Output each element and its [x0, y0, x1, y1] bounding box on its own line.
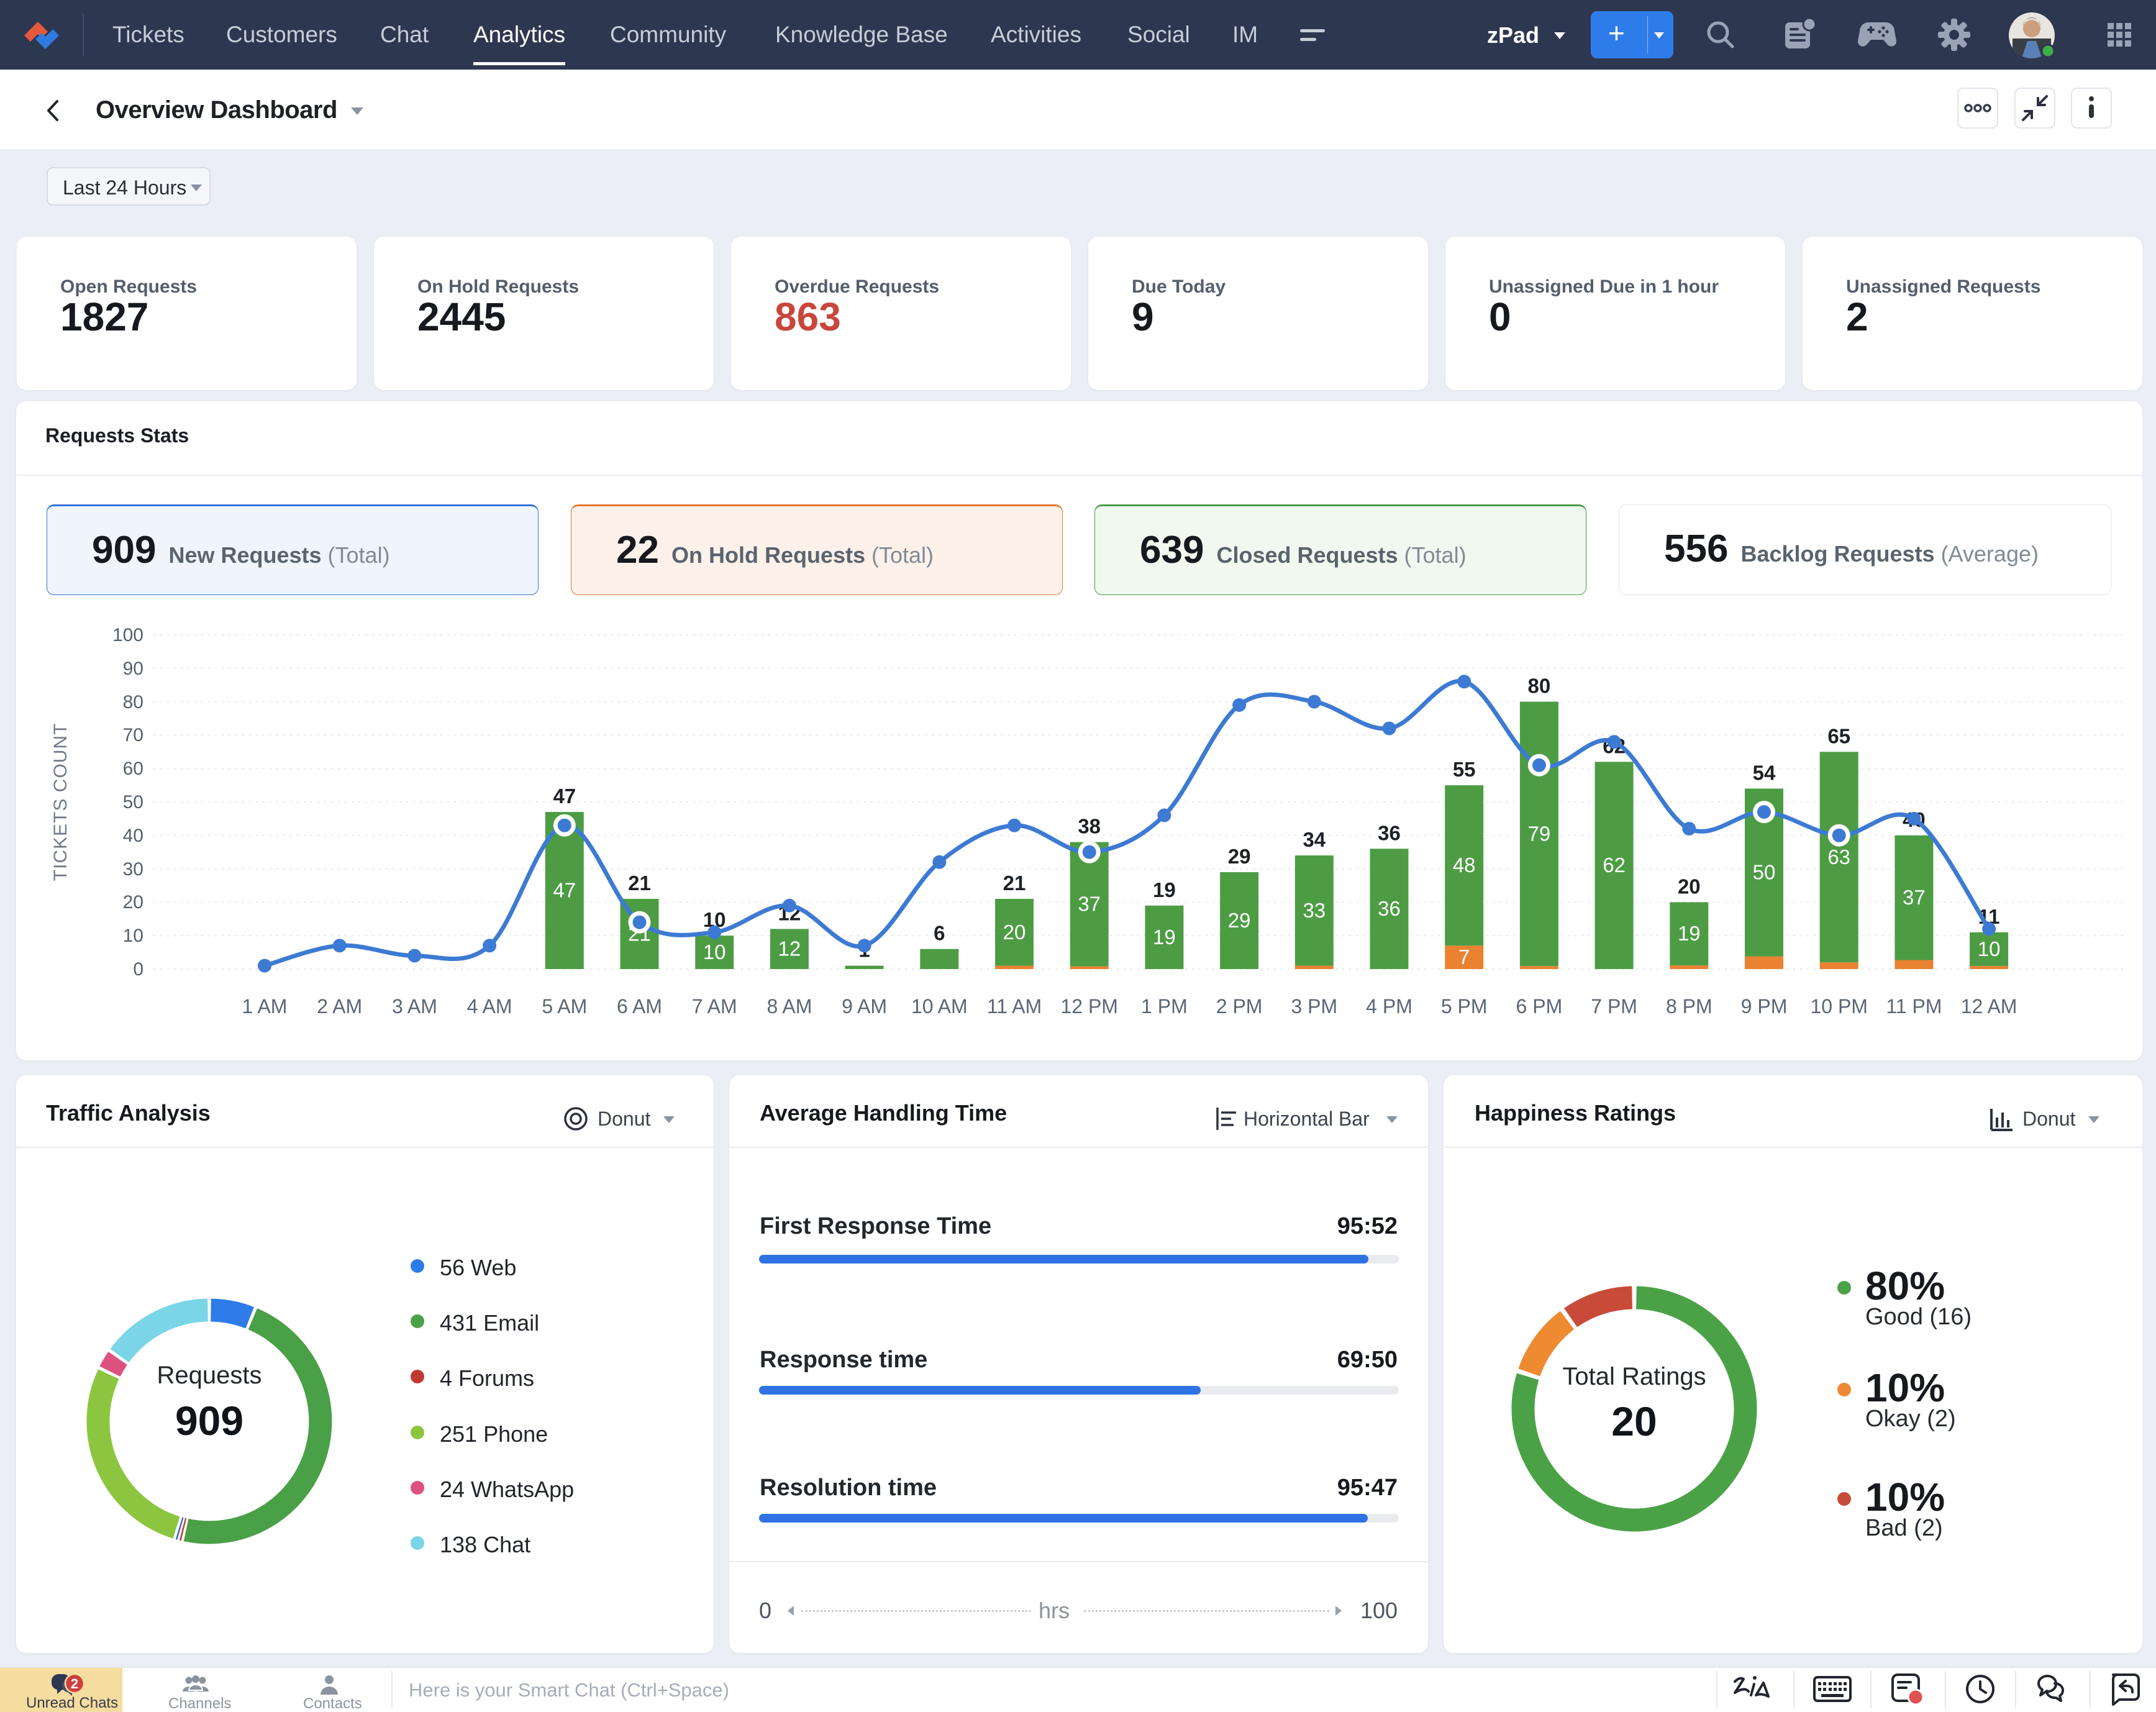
- svg-text:2 PM: 2 PM: [1216, 995, 1263, 1018]
- svg-text:1 AM: 1 AM: [242, 995, 288, 1018]
- svg-text:7 PM: 7 PM: [1591, 995, 1637, 1018]
- svg-text:60: 60: [123, 758, 143, 779]
- svg-text:2 AM: 2 AM: [317, 995, 362, 1018]
- svg-text:12 PM: 12 PM: [1060, 995, 1117, 1018]
- svg-text:10 AM: 10 AM: [911, 995, 968, 1018]
- svg-text:10 PM: 10 PM: [1810, 995, 1867, 1018]
- svg-text:TICKETS COUNT: TICKETS COUNT: [50, 723, 71, 881]
- svg-text:21: 21: [1003, 872, 1026, 895]
- svg-text:6 PM: 6 PM: [1516, 995, 1563, 1018]
- svg-text:12 AM: 12 AM: [1961, 995, 2017, 1018]
- svg-text:37: 37: [1078, 893, 1101, 916]
- svg-text:0: 0: [133, 959, 143, 980]
- svg-text:1 PM: 1 PM: [1141, 995, 1188, 1018]
- svg-text:79: 79: [1528, 822, 1551, 845]
- svg-text:20: 20: [123, 892, 143, 913]
- svg-text:47: 47: [553, 879, 576, 902]
- svg-text:10: 10: [703, 940, 726, 963]
- svg-text:65: 65: [1827, 724, 1850, 747]
- svg-text:40: 40: [123, 826, 143, 846]
- svg-text:90: 90: [123, 658, 143, 679]
- svg-text:54: 54: [1753, 762, 1776, 785]
- svg-text:12: 12: [778, 937, 801, 960]
- svg-text:3 PM: 3 PM: [1291, 995, 1337, 1018]
- svg-text:5 PM: 5 PM: [1441, 995, 1488, 1018]
- svg-text:70: 70: [123, 725, 143, 745]
- svg-text:48: 48: [1453, 854, 1476, 876]
- svg-text:21: 21: [628, 872, 651, 895]
- svg-text:29: 29: [1228, 845, 1251, 868]
- svg-text:19: 19: [1153, 926, 1176, 949]
- svg-text:9 AM: 9 AM: [842, 995, 887, 1018]
- svg-text:20: 20: [1678, 875, 1701, 898]
- svg-text:9 PM: 9 PM: [1741, 995, 1788, 1018]
- svg-text:100: 100: [112, 625, 143, 645]
- svg-text:11 AM: 11 AM: [987, 995, 1042, 1018]
- svg-text:29: 29: [1228, 909, 1251, 932]
- svg-text:10: 10: [123, 926, 143, 946]
- svg-text:47: 47: [553, 785, 576, 808]
- svg-text:3 AM: 3 AM: [392, 995, 437, 1018]
- svg-text:50: 50: [1753, 861, 1776, 884]
- svg-text:10: 10: [1978, 937, 2001, 960]
- svg-text:20: 20: [1003, 921, 1026, 944]
- svg-text:38: 38: [1078, 815, 1101, 838]
- svg-text:11 PM: 11 PM: [1886, 995, 1942, 1018]
- svg-text:7 AM: 7 AM: [692, 995, 737, 1018]
- svg-text:7: 7: [1458, 945, 1470, 968]
- svg-text:19: 19: [1678, 922, 1701, 945]
- svg-text:80: 80: [1528, 675, 1551, 698]
- svg-text:50: 50: [123, 792, 143, 813]
- svg-text:34: 34: [1303, 828, 1326, 851]
- svg-text:6: 6: [934, 922, 945, 945]
- svg-text:36: 36: [1378, 821, 1401, 844]
- svg-text:62: 62: [1603, 854, 1626, 876]
- svg-text:55: 55: [1453, 758, 1476, 781]
- svg-text:33: 33: [1303, 899, 1326, 922]
- svg-text:2: 2: [71, 1676, 78, 1692]
- svg-text:36: 36: [1378, 897, 1401, 920]
- svg-text:37: 37: [1903, 886, 1926, 909]
- svg-text:5 AM: 5 AM: [542, 995, 587, 1018]
- svg-text:30: 30: [123, 859, 143, 880]
- svg-text:8 AM: 8 AM: [766, 995, 812, 1018]
- svg-text:80: 80: [123, 692, 143, 713]
- svg-text:19: 19: [1153, 878, 1176, 901]
- svg-text:4 AM: 4 AM: [467, 995, 512, 1018]
- svg-text:4 PM: 4 PM: [1366, 995, 1412, 1018]
- svg-text:8 PM: 8 PM: [1666, 995, 1713, 1018]
- svg-text:63: 63: [1827, 845, 1850, 868]
- svg-text:6 AM: 6 AM: [617, 995, 662, 1018]
